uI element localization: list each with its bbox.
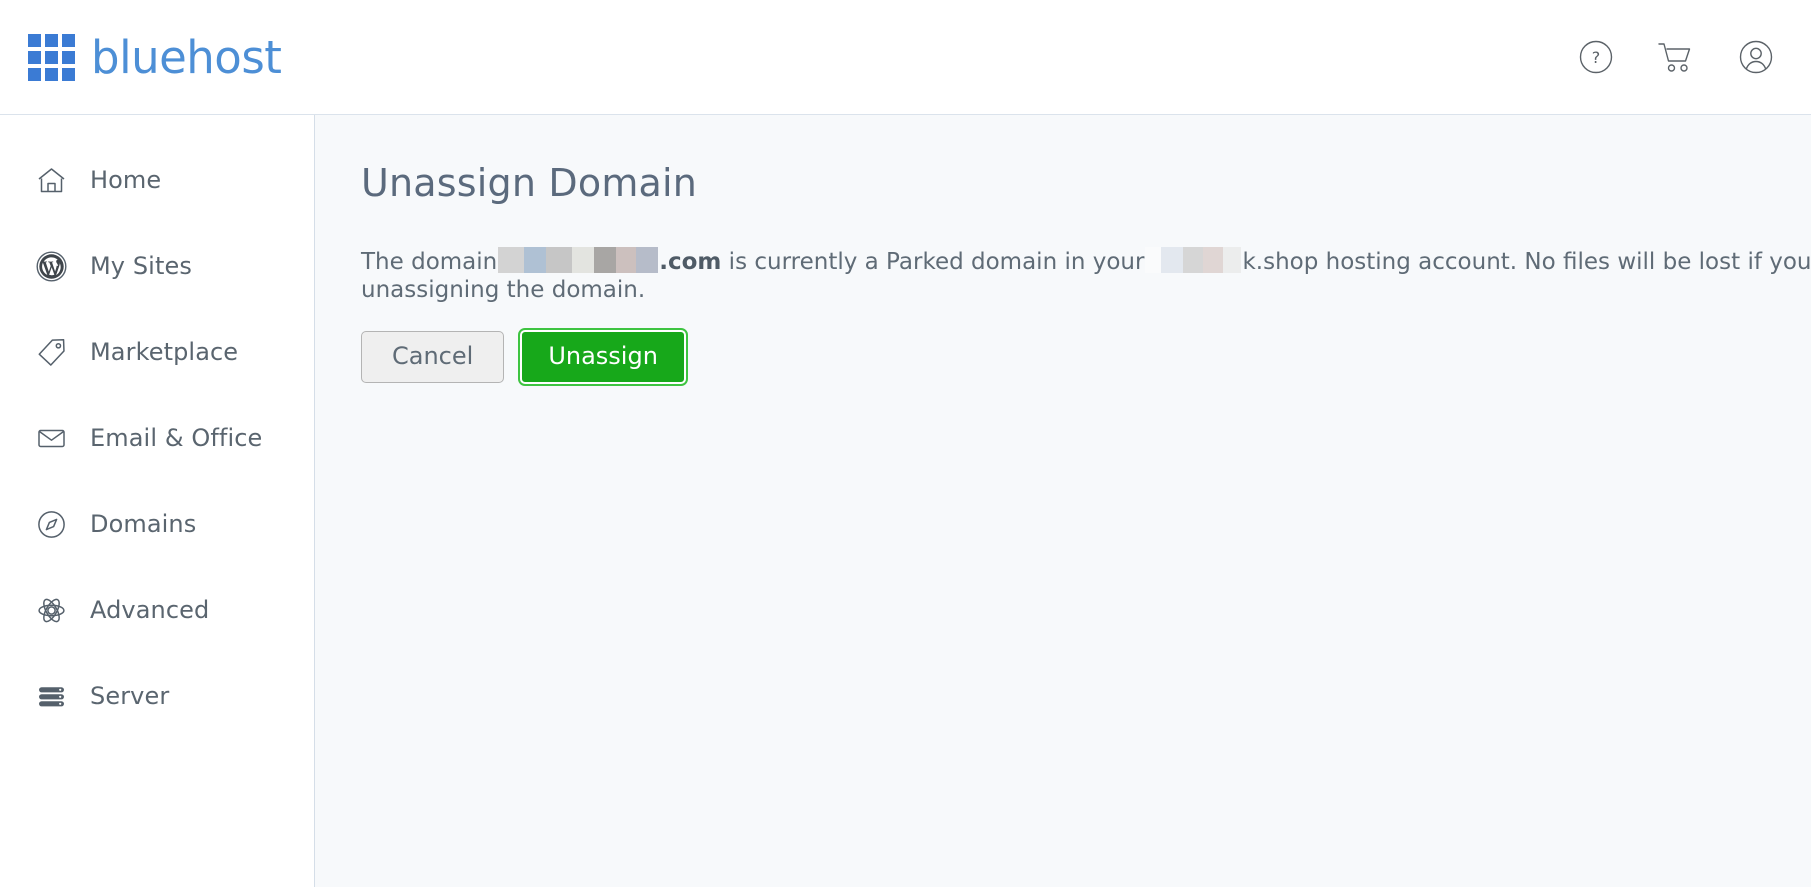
sidebar-item-home[interactable]: Home	[0, 137, 314, 223]
page-title: Unassign Domain	[361, 161, 698, 205]
redacted-account-name	[1145, 247, 1242, 273]
envelope-icon	[34, 421, 68, 455]
body-wrap: Home My Sites Marketplace Email & Office…	[0, 115, 1811, 887]
redacted-domain-name	[498, 247, 659, 273]
notice-part-1: The domain	[361, 249, 498, 275]
compass-icon	[34, 507, 68, 541]
brand-wordmark: bluehost	[91, 30, 282, 84]
cancel-button[interactable]: Cancel	[361, 331, 505, 383]
account-icon[interactable]	[1735, 36, 1777, 78]
sidebar-item-label: Home	[90, 166, 162, 194]
home-icon	[34, 163, 68, 197]
atom-icon	[34, 593, 68, 627]
server-icon	[34, 679, 68, 713]
sidebar-item-my-sites[interactable]: My Sites	[0, 223, 314, 309]
sidebar-item-label: Email & Office	[90, 424, 263, 452]
help-icon[interactable]: ?	[1575, 36, 1617, 78]
main-content: Unassign Domain The domain .com is curren…	[315, 115, 1811, 887]
tag-icon	[34, 335, 68, 369]
sidebar-item-email-office[interactable]: Email & Office	[0, 395, 314, 481]
sidebar-item-domains[interactable]: Domains	[0, 481, 314, 567]
wordpress-icon	[34, 249, 68, 283]
sidebar-item-advanced[interactable]: Advanced	[0, 567, 314, 653]
bluehost-logo[interactable]: bluehost	[28, 30, 282, 84]
sidebar-item-server[interactable]: Server	[0, 653, 314, 739]
notice-tld: .com	[659, 249, 722, 275]
sidebar-item-marketplace[interactable]: Marketplace	[0, 309, 314, 395]
cart-icon[interactable]	[1655, 36, 1697, 78]
unassign-notice: The domain .com is currently a Parked dom…	[361, 247, 1811, 304]
sidebar-item-label: Advanced	[90, 596, 210, 624]
app-header: bluehost ?	[0, 0, 1811, 115]
logo-grid-icon	[28, 33, 75, 81]
svg-text:?: ?	[1592, 48, 1601, 67]
sidebar-item-label: Marketplace	[90, 338, 239, 366]
notice-part-2: is currently a Parked domain in your	[721, 249, 1145, 275]
header-actions: ?	[1575, 36, 1777, 78]
sidebar-item-label: Domains	[90, 510, 197, 538]
sidebar: Home My Sites Marketplace Email & Office…	[0, 115, 315, 887]
sidebar-item-label: My Sites	[90, 252, 192, 280]
unassign-button[interactable]: Unassign	[518, 328, 688, 386]
action-button-row: Cancel Unassign	[361, 328, 1811, 386]
sidebar-item-label: Server	[90, 682, 170, 710]
